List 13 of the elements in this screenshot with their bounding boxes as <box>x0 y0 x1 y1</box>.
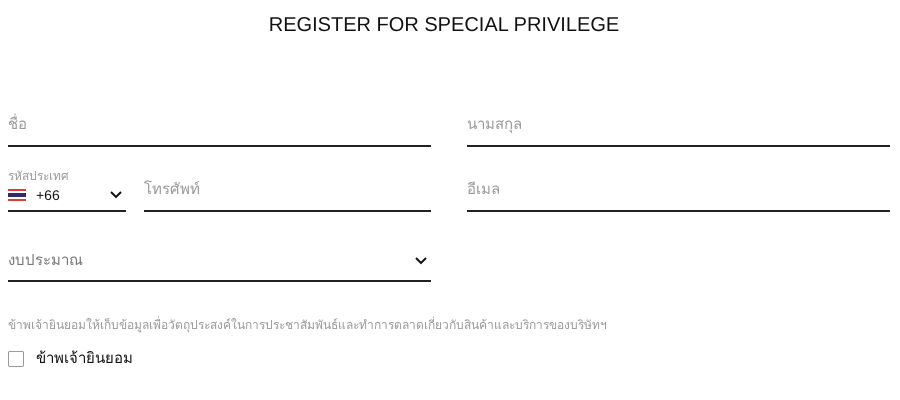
thailand-flag-icon <box>8 189 26 201</box>
consent-text: ข้าพเจ้ายินยอมให้เก็บข้อมูลเพื่อวัตถุประสงค์ในการประชาสัมพันธ์และทำการตลาดเกี่ยวกับสินค้าและบริการของบริษัทฯ <box>8 316 608 334</box>
email-field[interactable]: อีเมล <box>467 175 890 212</box>
budget-select[interactable]: งบประมาณ <box>8 246 431 282</box>
phone-field[interactable]: โทรศัพท์ <box>144 175 431 212</box>
first-name-field[interactable]: ชื่อ <box>8 110 431 146</box>
chevron-down-icon <box>415 256 427 265</box>
country-code-select[interactable]: รหัสประเทศ +66 <box>8 166 126 212</box>
chevron-down-icon <box>110 191 122 199</box>
page-title: REGISTER FOR SPECIAL PRIVILEGE <box>268 13 620 38</box>
consent-checkbox[interactable] <box>8 351 24 368</box>
last-name-field[interactable]: นามสกุล <box>467 110 890 146</box>
consent-label: ข้าพเจ้ายินยอม <box>36 349 133 369</box>
